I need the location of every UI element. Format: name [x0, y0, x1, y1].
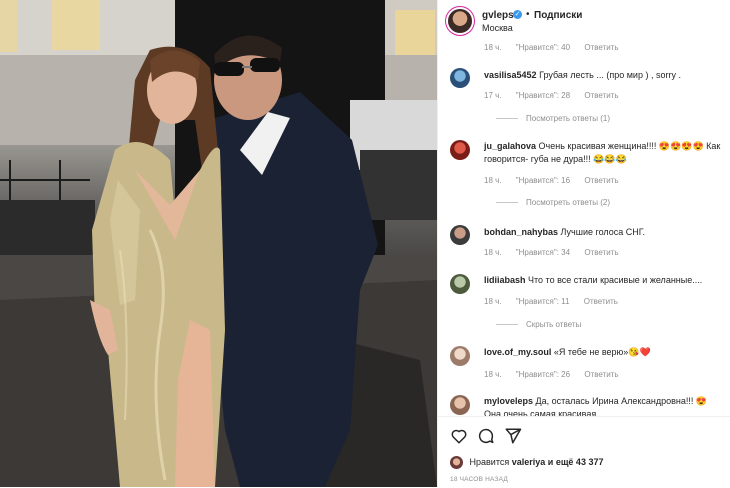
post-header: gvleps ✓ • Подписки Москва — [438, 0, 730, 42]
commenter-avatar[interactable] — [450, 68, 470, 88]
liker-username[interactable]: valeriya — [512, 457, 546, 467]
comment-time: 18 ч. — [484, 248, 502, 257]
reply-button[interactable]: Ответить — [584, 43, 618, 52]
comment-time: 18 ч. — [484, 370, 502, 379]
commenter-avatar[interactable] — [450, 346, 470, 366]
verified-badge-icon: ✓ — [513, 10, 522, 19]
comment-meta: 18 ч. "Нравится": 40 Ответить — [484, 43, 631, 52]
view-replies-button[interactable]: Посмотреть ответы (2) — [496, 198, 610, 207]
commenter-username[interactable]: vasilisa5452 — [484, 70, 537, 80]
hide-replies-button[interactable]: Скрыть ответы — [496, 320, 581, 329]
comment-text: lidiiabash Что то все стали красивые и ж… — [484, 274, 724, 287]
comment-meta: 18 ч. "Нравится": 16 Ответить — [484, 176, 631, 185]
share-icon[interactable] — [504, 427, 522, 445]
comment-text: love.of_my.soul «Я тебе не верю»😘❤️ — [484, 346, 724, 359]
commenter-avatar[interactable] — [450, 225, 470, 245]
separator-dot: • — [526, 9, 530, 20]
comments-list[interactable]: 18 ч. "Нравится": 40 Ответить vasilisa54… — [438, 40, 730, 416]
view-replies-button[interactable]: Посмотреть ответы (1) — [496, 114, 610, 123]
comment-likes[interactable]: "Нравится": 34 — [516, 248, 570, 257]
likes-count[interactable]: и ещё 43 377 — [548, 457, 604, 467]
photo-illustration — [0, 0, 437, 487]
commenter-avatar[interactable] — [450, 274, 470, 294]
comment-time: 17 ч. — [484, 91, 502, 100]
comment-text: ju_galahova Очень красивая женщина!!!! 😍… — [484, 140, 724, 166]
commenter-avatar[interactable] — [450, 140, 470, 160]
comment-body: Лучшие голоса СНГ. — [560, 227, 646, 237]
comment-likes[interactable]: "Нравится": 11 — [516, 297, 570, 306]
comment-time: 18 ч. — [484, 297, 502, 306]
commenter-username[interactable]: love.of_my.soul — [484, 347, 551, 357]
reply-button[interactable]: Ответить — [584, 370, 618, 379]
comment-meta: 18 ч. "Нравится": 34 Ответить — [484, 248, 631, 257]
author-username[interactable]: gvleps — [482, 10, 514, 21]
reply-button[interactable]: Ответить — [584, 91, 618, 100]
reply-button[interactable]: Ответить — [584, 248, 618, 257]
post-time: 18 ЧАСОВ НАЗАД — [450, 476, 508, 483]
reply-button[interactable]: Ответить — [584, 176, 618, 185]
author-avatar[interactable] — [448, 9, 472, 33]
comment-meta: 18 ч. "Нравится": 11 Ответить — [484, 297, 630, 306]
comment-meta: 17 ч. "Нравится": 28 Ответить — [484, 91, 631, 100]
likes-prefix: Нравится — [469, 456, 510, 467]
post-sidebar: gvleps ✓ • Подписки Москва 18 ч. "Нравит… — [437, 0, 730, 488]
comment-text: myloveleps Да, осталась Ирина Александро… — [484, 395, 724, 416]
comment-icon[interactable] — [477, 427, 495, 445]
commenter-username[interactable]: bohdan_nahybas — [484, 227, 558, 237]
commenter-avatar[interactable] — [450, 395, 470, 415]
comment-time: 18 ч. — [484, 43, 502, 52]
comment-body: Грубая лесть ... (про мир ) , sorry . — [539, 70, 681, 80]
comment-body: «Я тебе не верю»😘❤️ — [553, 347, 651, 357]
commenter-username[interactable]: ju_galahova — [484, 141, 536, 151]
comment-likes[interactable]: "Нравится": 28 — [516, 91, 570, 100]
comment-likes[interactable]: "Нравится": 16 — [516, 176, 570, 185]
comment-likes[interactable]: "Нравится": 26 — [516, 370, 570, 379]
post-actions: Нравится valeriya и ещё 43 377 18 ЧАСОВ … — [438, 416, 730, 488]
following-button[interactable]: Подписки — [534, 10, 582, 21]
commenter-username[interactable]: lidiiabash — [484, 275, 526, 285]
comment-text: bohdan_nahybas Лучшие голоса СНГ. — [484, 226, 724, 239]
post-location[interactable]: Москва — [482, 23, 513, 33]
heart-icon[interactable] — [450, 427, 468, 445]
comment-meta: 18 ч. "Нравится": 26 Ответить — [484, 370, 631, 379]
comment-time: 18 ч. — [484, 176, 502, 185]
reply-button[interactable]: Ответить — [584, 297, 618, 306]
post-photo[interactable] — [0, 0, 437, 487]
commenter-username[interactable]: myloveleps — [484, 396, 533, 406]
comment-body: Что то все стали красивые и желанные.... — [528, 275, 703, 285]
comment-likes[interactable]: "Нравится": 40 — [516, 43, 570, 52]
liker-avatar — [450, 456, 463, 469]
comment-text: vasilisa5452 Грубая лесть ... (про мир )… — [484, 69, 724, 82]
instagram-post: gvleps ✓ • Подписки Москва 18 ч. "Нравит… — [0, 0, 730, 488]
likes-summary[interactable]: Нравится valeriya и ещё 43 377 — [450, 456, 603, 469]
